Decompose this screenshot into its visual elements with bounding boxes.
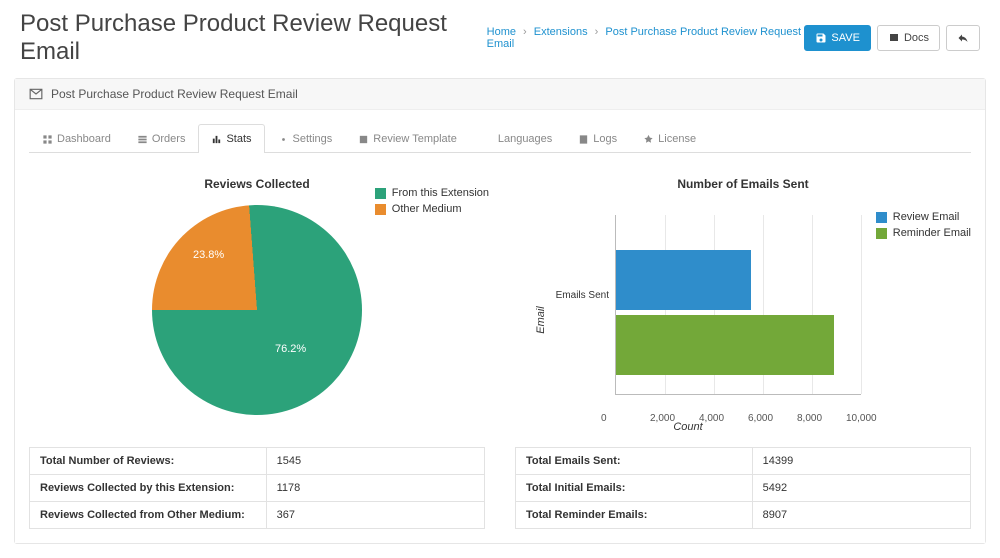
tabs: Dashboard Orders Stats Settings Review T… xyxy=(29,124,971,153)
back-button[interactable] xyxy=(946,25,980,51)
x-axis-title: Count xyxy=(515,421,861,433)
table-row: Reviews Collected by this Extension:1178 xyxy=(30,475,485,502)
bar-review-email xyxy=(616,250,751,310)
reply-icon xyxy=(957,32,969,44)
tab-license[interactable]: License xyxy=(630,124,709,153)
panel-title-text: Post Purchase Product Review Request Ema… xyxy=(51,87,298,101)
breadcrumb-extensions[interactable]: Extensions xyxy=(534,26,588,38)
bar-legend: Review Email Reminder Email xyxy=(876,211,971,239)
panel-heading: Post Purchase Product Review Request Ema… xyxy=(15,79,985,110)
y-category-label: Emails Sent xyxy=(549,290,609,301)
docs-label: Docs xyxy=(904,32,929,44)
save-label: SAVE xyxy=(831,32,860,44)
docs-button[interactable]: Docs xyxy=(877,25,940,51)
bar-title: Number of Emails Sent xyxy=(515,177,971,191)
tab-languages[interactable]: Languages xyxy=(470,124,565,153)
legend-item: Other Medium xyxy=(375,203,489,215)
tab-review-template[interactable]: Review Template xyxy=(345,124,470,153)
tab-logs[interactable]: Logs xyxy=(565,124,630,153)
table-row: Total Reminder Emails:8907 xyxy=(516,502,971,529)
envelope-icon xyxy=(29,87,43,101)
table-row: Total Initial Emails:5492 xyxy=(516,475,971,502)
bar-reminder-email xyxy=(616,315,834,375)
tab-dashboard[interactable]: Dashboard xyxy=(29,124,124,153)
pie-legend: From this Extension Other Medium xyxy=(375,187,489,215)
bar-plot-area xyxy=(615,215,861,395)
emails-bar-chart: Number of Emails Sent Email Emails Sent xyxy=(515,177,971,435)
legend-item: Reminder Email xyxy=(876,227,971,239)
book-icon xyxy=(888,32,900,44)
legend-item: Review Email xyxy=(876,211,971,223)
reviews-summary-table: Total Number of Reviews:1545 Reviews Col… xyxy=(29,447,485,529)
breadcrumb-home[interactable]: Home xyxy=(487,26,516,38)
y-axis-title: Email xyxy=(535,306,547,334)
table-row: Total Emails Sent:14399 xyxy=(516,448,971,475)
page-title: Post Purchase Product Review Request Ema… xyxy=(20,10,475,66)
table-row: Reviews Collected from Other Medium:367 xyxy=(30,502,485,529)
save-icon xyxy=(815,32,827,44)
legend-item: From this Extension xyxy=(375,187,489,199)
tab-stats[interactable]: Stats xyxy=(198,124,264,153)
reviews-pie-chart: Reviews Collected 23.8% 76.2% From this … xyxy=(29,177,485,435)
pie-graphic xyxy=(152,205,362,415)
save-button[interactable]: SAVE xyxy=(804,25,871,51)
tab-orders[interactable]: Orders xyxy=(124,124,199,153)
tab-settings[interactable]: Settings xyxy=(265,124,346,153)
emails-summary-table: Total Emails Sent:14399 Total Initial Em… xyxy=(515,447,971,529)
pie-label-extension: 76.2% xyxy=(275,343,306,355)
pie-label-other: 23.8% xyxy=(193,249,224,261)
table-row: Total Number of Reviews:1545 xyxy=(30,448,485,475)
breadcrumb: Home › Extensions › Post Purchase Produc… xyxy=(487,26,805,50)
